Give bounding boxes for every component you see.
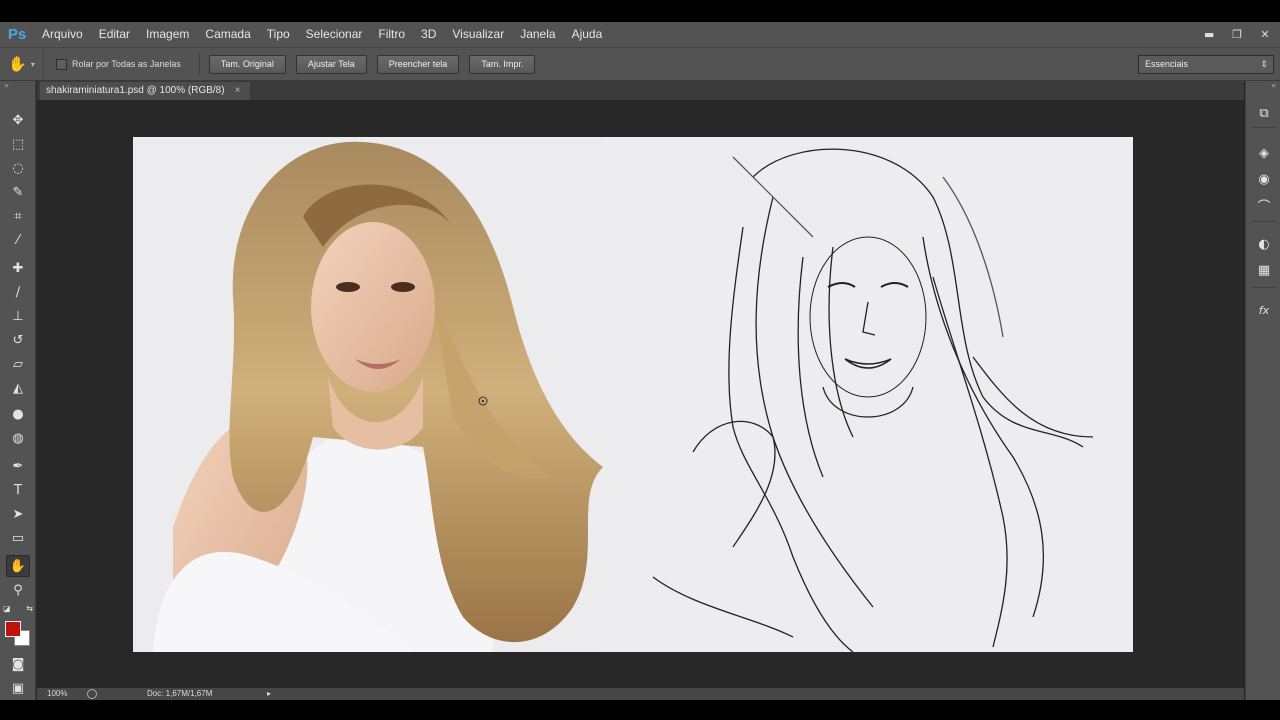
minimize-icon[interactable]: ▬: [1204, 28, 1214, 41]
menu-ajuda[interactable]: Ajuda: [564, 22, 611, 47]
color-swap-controls[interactable]: ◪ ⇆: [3, 601, 33, 615]
document-canvas[interactable]: [133, 137, 1133, 652]
workspace-select[interactable]: Essenciais ⇕: [1138, 55, 1274, 74]
swap-colors-icon[interactable]: ⇆: [26, 604, 33, 613]
eraser-icon[interactable]: ▱: [6, 353, 30, 375]
menu-3d[interactable]: 3D: [413, 22, 444, 47]
status-bar: 100% Doc: 1,67M/1,67M ▸: [37, 688, 1244, 700]
scroll-all-windows-option[interactable]: Rolar por Todas as Janelas: [56, 58, 181, 70]
lasso-icon[interactable]: ◌: [6, 157, 30, 179]
menu-tipo[interactable]: Tipo: [259, 22, 298, 47]
brush-icon[interactable]: ∕: [6, 281, 30, 303]
path-selection-icon[interactable]: ➤: [6, 503, 30, 525]
styles-panel-icon[interactable]: fx: [1253, 299, 1275, 321]
divider: [1252, 127, 1276, 128]
swatches-panel-icon[interactable]: ▦: [1253, 259, 1275, 281]
menu-visualizar[interactable]: Visualizar: [444, 22, 512, 47]
zoom-level[interactable]: 100%: [47, 688, 67, 700]
scroll-all-label: Rolar por Todas as Janelas: [72, 59, 181, 69]
panel-dock: « ⧉ ◈ ◉ ⌒ ◐ ▦ fx: [1245, 81, 1280, 700]
move-icon[interactable]: ✥: [6, 109, 30, 131]
divider: [198, 53, 200, 75]
dodge-icon[interactable]: ◍: [6, 427, 30, 449]
fill-screen-button[interactable]: Preencher tela: [376, 54, 460, 74]
photoshop-window: Ps Arquivo Editar Imagem Camada Tipo Sel…: [0, 0, 1280, 720]
menu-editar[interactable]: Editar: [91, 22, 138, 47]
blur-icon[interactable]: ●: [6, 403, 30, 425]
photoshop-logo[interactable]: Ps: [0, 22, 34, 47]
divider: [1252, 287, 1276, 288]
paths-panel-icon[interactable]: ⌒: [1253, 194, 1275, 216]
actual-pixels-button[interactable]: Tam. Original: [208, 54, 286, 74]
type-icon[interactable]: T: [6, 479, 30, 501]
status-menu-arrow-icon[interactable]: ▸: [267, 688, 271, 700]
document-tab-title: shakiraminiatura1.psd @ 100% (RGB/8): [46, 85, 225, 96]
menu-arquivo[interactable]: Arquivo: [34, 22, 91, 47]
window-controls: ▬ ❐ ✕: [1204, 22, 1270, 47]
quick-selection-icon[interactable]: ✎: [6, 181, 30, 203]
print-size-button[interactable]: Tam. Impr.: [469, 54, 536, 74]
menu-selecionar[interactable]: Selecionar: [298, 22, 371, 47]
channels-panel-icon[interactable]: ◉: [1253, 168, 1275, 190]
adjustments-panel-icon[interactable]: ◐: [1253, 233, 1275, 255]
restore-icon[interactable]: ❐: [1232, 28, 1242, 41]
info-icon[interactable]: [87, 689, 97, 699]
letterbox-bottom: [0, 700, 1280, 720]
quick-mask-icon[interactable]: ◙: [6, 653, 30, 675]
scroll-all-checkbox[interactable]: [56, 58, 67, 70]
document-tab-bar: shakiraminiatura1.psd @ 100% (RGB/8) ×: [37, 81, 1244, 100]
canvas-area[interactable]: [37, 100, 1244, 688]
screen-mode-icon[interactable]: ▣: [6, 677, 30, 699]
tool-preset-picker[interactable]: ✋ ▾: [0, 48, 44, 80]
document-tab[interactable]: shakiraminiatura1.psd @ 100% (RGB/8) ×: [40, 82, 251, 100]
close-icon[interactable]: ✕: [1260, 28, 1270, 41]
hand-icon: ✋: [8, 55, 27, 73]
dock-collapse-icon[interactable]: «: [1246, 81, 1280, 91]
marquee-icon[interactable]: ⬚: [6, 133, 30, 155]
panel-collapse-icon[interactable]: »: [0, 81, 35, 91]
divider: [1252, 221, 1276, 222]
fit-screen-button[interactable]: Ajustar Tela: [295, 54, 367, 74]
history-brush-icon[interactable]: ↺: [6, 329, 30, 351]
menu-bar: Ps Arquivo Editar Imagem Camada Tipo Sel…: [0, 22, 1280, 47]
default-colors-icon[interactable]: ◪: [3, 604, 11, 613]
clone-stamp-icon[interactable]: ⊥: [6, 305, 30, 327]
pen-icon[interactable]: ✒: [6, 455, 30, 477]
menu-imagem[interactable]: Imagem: [138, 22, 197, 47]
foreground-color-swatch[interactable]: [5, 621, 21, 637]
rectangle-icon[interactable]: ▭: [6, 527, 30, 549]
close-tab-icon[interactable]: ×: [235, 82, 241, 100]
workspace-label: Essenciais: [1145, 59, 1189, 69]
tools-panel: » ✥ ⬚ ◌ ✎ ⌗ ⁄ ✚ ∕ ⊥ ↺ ▱ ◭ ● ◍ ✒ T ➤ ▭ ✋ …: [0, 81, 36, 700]
menu-camada[interactable]: Camada: [197, 22, 258, 47]
chevron-down-icon: ▾: [30, 59, 35, 69]
zoom-icon[interactable]: ⚲: [6, 579, 30, 601]
options-bar: ✋ ▾ Rolar por Todas as Janelas Tam. Origi…: [0, 47, 1280, 81]
menu-filtro[interactable]: Filtro: [370, 22, 413, 47]
paint-bucket-icon[interactable]: ◭: [6, 377, 30, 399]
crop-icon[interactable]: ⌗: [6, 205, 30, 227]
document-image: [133, 137, 1133, 652]
healing-brush-icon[interactable]: ✚: [6, 257, 30, 279]
menu-janela[interactable]: Janela: [512, 22, 563, 47]
layers-panel-icon[interactable]: ◈: [1253, 142, 1275, 164]
updown-icon: ⇕: [1260, 59, 1268, 69]
eyedropper-icon[interactable]: ⁄: [6, 229, 30, 251]
document-info: Doc: 1,67M/1,67M: [147, 689, 213, 698]
hand-icon[interactable]: ✋: [6, 555, 30, 577]
history-panel-icon[interactable]: ⧉: [1253, 102, 1275, 124]
letterbox-top: [0, 0, 1280, 22]
